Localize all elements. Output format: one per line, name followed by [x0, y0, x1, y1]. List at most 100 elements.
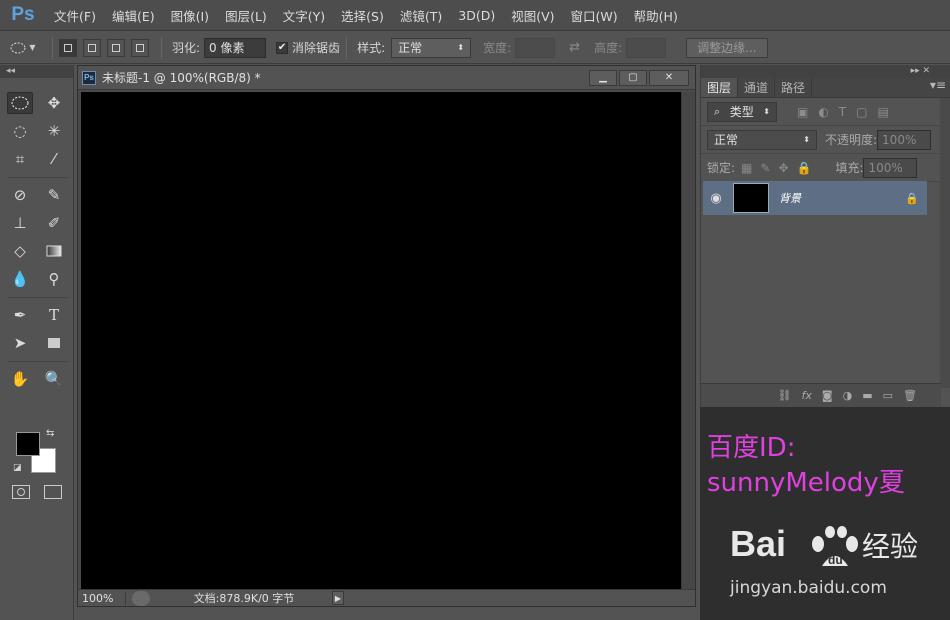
- opacity-input[interactable]: 100%: [877, 129, 932, 150]
- collapse-icon[interactable]: ◂◂: [0, 65, 73, 78]
- screen-mode-button[interactable]: [44, 485, 62, 499]
- clone-stamp-tool[interactable]: ⊥: [7, 212, 33, 234]
- menu-layer[interactable]: 图层(L): [217, 6, 275, 25]
- menu-view[interactable]: 视图(V): [503, 6, 562, 25]
- divider: [161, 36, 162, 59]
- fill-label: 填充:: [835, 161, 864, 175]
- hand-icon: ✋: [10, 370, 30, 388]
- feather-input[interactable]: 0 像素: [204, 37, 267, 58]
- trash-icon[interactable]: 🗑: [903, 389, 917, 402]
- pen-tool[interactable]: ✒: [7, 304, 33, 326]
- lock-icons[interactable]: ▦✎✥🔒: [741, 161, 819, 175]
- adjustment-icon[interactable]: ◑: [843, 389, 853, 402]
- new-selection-button[interactable]: [59, 38, 77, 57]
- link-icon[interactable]: ⛓: [778, 389, 792, 402]
- fill-input[interactable]: 100%: [863, 157, 918, 178]
- type-tool[interactable]: T: [41, 304, 67, 326]
- menu-image[interactable]: 图像(I): [163, 6, 217, 25]
- tab-paths[interactable]: 路径: [775, 78, 813, 97]
- fx-icon[interactable]: fx: [802, 389, 812, 402]
- history-brush-tool[interactable]: ✐: [41, 212, 67, 234]
- dodge-tool[interactable]: ⚲: [41, 268, 67, 290]
- lock-icon: 🔒: [905, 191, 919, 205]
- healing-brush-tool[interactable]: ⊘: [7, 184, 33, 206]
- tab-channels[interactable]: 通道: [738, 78, 776, 97]
- ellipse-marquee-icon: [10, 42, 26, 53]
- crop-tool[interactable]: ⌗: [7, 148, 33, 170]
- stamp-icon: ⊥: [13, 214, 27, 232]
- swap-dimensions-icon[interactable]: ⇄: [569, 40, 580, 55]
- blend-mode-dropdown[interactable]: 正常 ⬍: [707, 129, 817, 150]
- svg-text:du: du: [828, 553, 843, 567]
- menu-select[interactable]: 选择(S): [333, 6, 392, 25]
- path-selection-tool[interactable]: ➤: [7, 332, 33, 354]
- document-titlebar[interactable]: Ps 未标题-1 @ 100%(RGB/8) * ▁ ▢ ✕: [78, 66, 695, 90]
- gradient-tool[interactable]: [41, 240, 67, 262]
- panel-tabs: 图层 通道 路径 ▾≡: [701, 78, 950, 98]
- lasso-tool[interactable]: ◌: [7, 120, 33, 142]
- crop-icon: ⌗: [15, 150, 25, 168]
- refine-edge-button[interactable]: 调整边缘...: [686, 37, 768, 58]
- menu-filter[interactable]: 滤镜(T): [392, 6, 450, 25]
- type-icon: T: [48, 306, 59, 324]
- filter-icons[interactable]: ▣◐T▢▤: [797, 105, 899, 119]
- brush-icon: ✎: [47, 186, 61, 204]
- default-colors-icon[interactable]: ◪: [13, 463, 22, 473]
- quick-mask-icon: [17, 488, 25, 496]
- width-label: 宽度:: [483, 41, 512, 55]
- new-layer-icon[interactable]: ▭: [883, 389, 893, 402]
- layer-row[interactable]: ◉ 背景 🔒: [703, 181, 927, 215]
- magic-wand-tool[interactable]: ✳: [41, 120, 67, 142]
- menu-3d[interactable]: 3D(D): [450, 8, 503, 23]
- hand-tool[interactable]: ✋: [7, 368, 33, 390]
- zoom-tool[interactable]: 🔍: [41, 368, 67, 390]
- eraser-icon: ◇: [14, 242, 26, 260]
- add-selection-button[interactable]: [83, 38, 101, 57]
- status-menu-icon[interactable]: [132, 590, 150, 606]
- lock-label: 锁定:: [707, 161, 736, 175]
- lock-row: 锁定: ▦✎✥🔒 填充: 100%: [701, 154, 950, 182]
- width-input[interactable]: [515, 37, 556, 58]
- brush-tool[interactable]: ✎: [41, 184, 67, 206]
- minimize-button[interactable]: ▁: [589, 69, 617, 86]
- intersect-selection-icon: [136, 43, 144, 52]
- height-input[interactable]: [626, 37, 667, 58]
- zoom-level[interactable]: 100%: [78, 591, 126, 605]
- ellipse-marquee-tool[interactable]: [7, 92, 33, 114]
- blur-tool[interactable]: 💧: [7, 268, 33, 290]
- quick-mask-button[interactable]: [12, 485, 30, 499]
- mask-icon[interactable]: ◙: [822, 389, 833, 402]
- intersect-selection-button[interactable]: [131, 38, 149, 57]
- close-button[interactable]: ✕: [649, 69, 689, 86]
- document-canvas[interactable]: [81, 92, 681, 589]
- layers-panel: ▸▸ ✕ 图层 通道 路径 ▾≡ ⌕ 类型 ⬍ ▣◐T▢▤ 正常 ⬍ 不透明度:…: [700, 65, 950, 407]
- chevron-down-icon: ▼: [29, 43, 36, 52]
- menu-window[interactable]: 窗口(W): [563, 6, 626, 25]
- vertical-scrollbar[interactable]: [681, 92, 695, 589]
- maximize-button[interactable]: ▢: [619, 69, 647, 86]
- swap-colors-icon[interactable]: ⇆: [46, 428, 54, 439]
- menu-file[interactable]: 文件(F): [46, 6, 104, 25]
- tab-layers[interactable]: 图层: [701, 78, 739, 97]
- eraser-tool[interactable]: ◇: [7, 240, 33, 262]
- collapse-icon[interactable]: ▸▸ ✕: [701, 65, 950, 78]
- zoom-icon: 🔍: [44, 370, 64, 388]
- menu-type[interactable]: 文字(Y): [275, 6, 333, 25]
- panel-scrollbar[interactable]: [940, 98, 950, 388]
- antialias-checkbox[interactable]: ✔: [276, 41, 289, 54]
- move-tool[interactable]: ✥: [41, 92, 67, 114]
- menu-edit[interactable]: 编辑(E): [104, 6, 163, 25]
- foreground-color-swatch[interactable]: [16, 432, 40, 456]
- play-arrow-icon[interactable]: ▶: [332, 591, 344, 605]
- style-dropdown[interactable]: 正常 ⬍: [391, 37, 472, 58]
- panel-menu-icon[interactable]: ▾≡: [930, 78, 950, 97]
- menu-help[interactable]: 帮助(H): [626, 6, 686, 25]
- folder-icon[interactable]: ▬: [862, 389, 872, 402]
- rectangle-tool[interactable]: [41, 332, 67, 354]
- eye-icon[interactable]: ◉: [703, 191, 729, 206]
- lasso-icon: ◌: [13, 122, 27, 140]
- tool-preset-picker[interactable]: ▼: [0, 42, 46, 54]
- subtract-selection-button[interactable]: [107, 38, 125, 57]
- eyedropper-tool[interactable]: ⁄: [41, 148, 67, 170]
- filter-type-dropdown[interactable]: ⌕ 类型 ⬍: [707, 101, 777, 122]
